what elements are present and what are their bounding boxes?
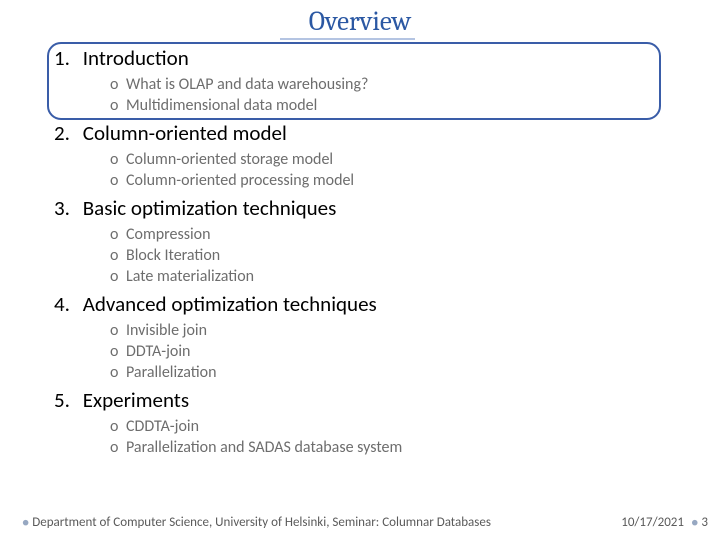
- list-item: oBlock Iteration: [110, 246, 720, 266]
- sub-label: DDTA-join: [126, 342, 190, 361]
- list-item: oColumn-oriented storage model: [110, 150, 720, 170]
- sub-list: oCDDTA-join oParallelization and SADAS d…: [110, 417, 720, 458]
- sub-label: Parallelization and SADAS database syste…: [126, 438, 402, 457]
- list-item: oCompression: [110, 225, 720, 245]
- list-item: oWhat is OLAP and data warehousing?: [110, 75, 720, 95]
- dot-icon: ●: [691, 516, 698, 530]
- section-basic-optimization: 3. Basic optimization techniques oCompre…: [0, 195, 720, 287]
- footer-org-text: Department of Computer Science, Universi…: [32, 515, 491, 530]
- sub-list: oWhat is OLAP and data warehousing? oMul…: [110, 75, 720, 116]
- section-label: Introduction: [83, 45, 189, 71]
- section-advanced-optimization: 4. Advanced optimization techniques oInv…: [0, 291, 720, 383]
- section-heading: 2. Column-oriented model: [54, 120, 720, 146]
- bullet-icon: o: [110, 75, 126, 95]
- footer-page: ●3: [691, 515, 708, 530]
- section-experiments: 5. Experiments oCDDTA-join oParallelizat…: [0, 387, 720, 458]
- section-number: 5.: [54, 387, 78, 413]
- section-introduction: 1. Introduction oWhat is OLAP and data w…: [0, 45, 720, 116]
- section-heading: 3. Basic optimization techniques: [54, 195, 720, 221]
- bullet-icon: o: [110, 246, 126, 266]
- section-number: 2.: [54, 120, 78, 146]
- bullet-icon: o: [110, 150, 126, 170]
- bullet-icon: o: [110, 96, 126, 116]
- sub-label: Late materialization: [126, 267, 254, 286]
- section-number: 4.: [54, 291, 78, 317]
- sub-label: Multidimensional data model: [126, 96, 317, 115]
- sub-list: oCompression oBlock Iteration oLate mate…: [110, 225, 720, 287]
- list-item: oColumn-oriented processing model: [110, 171, 720, 191]
- list-item: oInvisible join: [110, 321, 720, 341]
- section-column-oriented: 2. Column-oriented model oColumn-oriente…: [0, 120, 720, 191]
- section-label: Column-oriented model: [83, 120, 287, 146]
- slide: Overview 1. Introduction oWhat is OLAP a…: [0, 0, 720, 540]
- list-item: oParallelization: [110, 363, 720, 383]
- bullet-icon: o: [110, 417, 126, 437]
- sub-label: CDDTA-join: [126, 417, 199, 436]
- bullet-icon: o: [110, 438, 126, 458]
- list-item: oCDDTA-join: [110, 417, 720, 437]
- section-heading: 1. Introduction: [54, 45, 720, 71]
- section-number: 1.: [54, 45, 78, 71]
- bullet-icon: o: [110, 225, 126, 245]
- sub-list: oColumn-oriented storage model oColumn-o…: [110, 150, 720, 191]
- page-number: 3: [701, 515, 708, 530]
- sub-label: Invisible join: [126, 321, 207, 340]
- sub-label: Block Iteration: [126, 246, 220, 265]
- dot-icon: ●: [22, 516, 29, 530]
- title-underline: [280, 38, 415, 40]
- section-heading: 4. Advanced optimization techniques: [54, 291, 720, 317]
- sub-label: Parallelization: [126, 363, 216, 382]
- section-heading: 5. Experiments: [54, 387, 720, 413]
- section-number: 3.: [54, 195, 78, 221]
- bullet-icon: o: [110, 342, 126, 362]
- bullet-icon: o: [110, 267, 126, 287]
- footer-org: ●Department of Computer Science, Univers…: [22, 515, 491, 530]
- sub-label: Column-oriented storage model: [126, 150, 333, 169]
- list-item: oDDTA-join: [110, 342, 720, 362]
- list-item: oParallelization and SADAS database syst…: [110, 438, 720, 458]
- footer-date: 10/17/2021: [621, 515, 684, 530]
- bullet-icon: o: [110, 321, 126, 341]
- list-item: oLate materialization: [110, 267, 720, 287]
- page-title: Overview: [0, 6, 720, 37]
- bullet-icon: o: [110, 171, 126, 191]
- sub-list: oInvisible join oDDTA-join oParallelizat…: [110, 321, 720, 383]
- sub-label: What is OLAP and data warehousing?: [126, 75, 368, 94]
- bullet-icon: o: [110, 363, 126, 383]
- sub-label: Column-oriented processing model: [126, 171, 354, 190]
- section-label: Basic optimization techniques: [83, 195, 337, 221]
- section-label: Experiments: [83, 387, 189, 413]
- section-label: Advanced optimization techniques: [83, 291, 377, 317]
- list-item: oMultidimensional data model: [110, 96, 720, 116]
- sub-label: Compression: [126, 225, 211, 244]
